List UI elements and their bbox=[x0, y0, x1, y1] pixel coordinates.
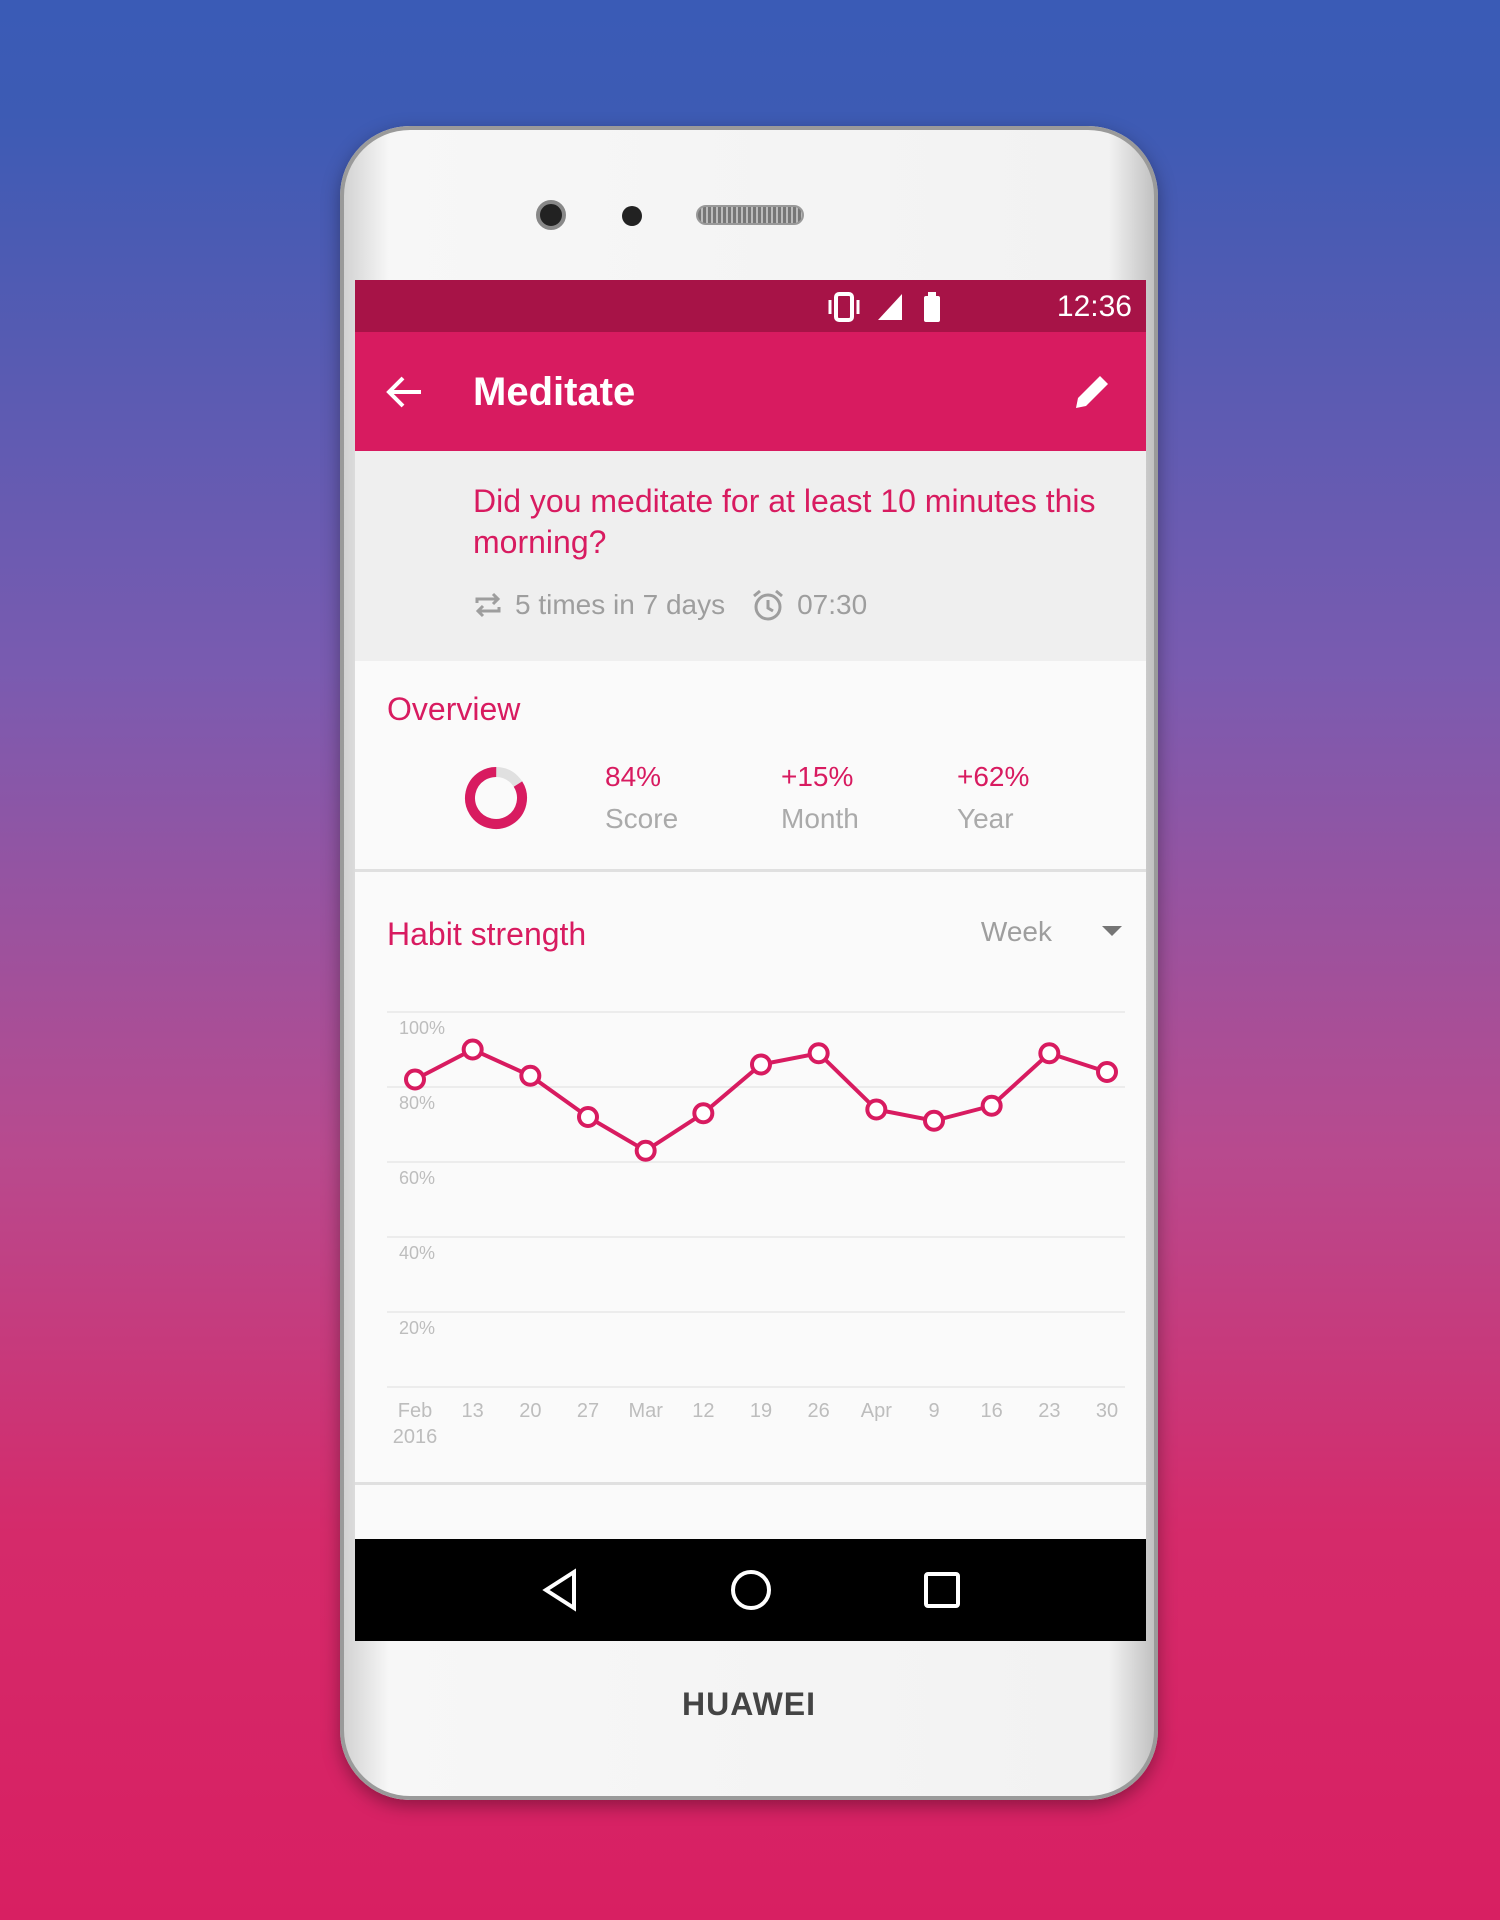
x-tick-label: 27 bbox=[577, 1400, 599, 1422]
data-point bbox=[577, 1106, 599, 1128]
y-tick-label: 100% bbox=[399, 1018, 445, 1038]
x-tick-label: 13 bbox=[462, 1400, 484, 1422]
data-point bbox=[461, 1038, 484, 1061]
x-tick-label: 23 bbox=[1038, 1400, 1060, 1422]
score-ring bbox=[465, 767, 527, 829]
pencil-icon[interactable] bbox=[1072, 370, 1112, 412]
period-selected: Week bbox=[980, 916, 1052, 947]
proximity-sensor bbox=[622, 206, 642, 226]
clock: 12:36 bbox=[1056, 290, 1132, 323]
x-tick-label: Feb bbox=[398, 1400, 432, 1422]
x-tick-label: 12 bbox=[692, 1400, 714, 1422]
data-point bbox=[1038, 1042, 1061, 1065]
data-point bbox=[807, 1042, 830, 1065]
alarm-icon bbox=[753, 589, 784, 621]
data-point bbox=[519, 1064, 542, 1087]
stat-value: +62% bbox=[957, 761, 1030, 792]
navigation-bar bbox=[355, 1539, 1146, 1641]
data-point bbox=[750, 1053, 772, 1076]
stat-value: +15% bbox=[781, 761, 854, 792]
score-ring-fill bbox=[465, 767, 527, 829]
arrow-left-icon[interactable] bbox=[385, 374, 425, 410]
period-dropdown[interactable]: Week bbox=[981, 916, 1122, 948]
data-point bbox=[634, 1139, 657, 1162]
x-tick-label: 9 bbox=[928, 1400, 939, 1422]
home-nav-icon[interactable] bbox=[729, 1568, 773, 1612]
vibrate-icon bbox=[828, 292, 860, 322]
x-tick-label: 30 bbox=[1096, 1400, 1118, 1422]
stat-label: Year bbox=[957, 803, 1014, 834]
x-tick-label: 19 bbox=[750, 1400, 772, 1422]
status-icons bbox=[828, 292, 940, 322]
y-tick-label: 80% bbox=[399, 1093, 435, 1113]
data-point bbox=[865, 1098, 888, 1121]
overview-card: Overview 84% Score +15% Month +62% Year bbox=[355, 661, 1146, 872]
back-nav-icon[interactable] bbox=[540, 1568, 580, 1612]
data-point bbox=[692, 1102, 715, 1125]
stat-label: Month bbox=[781, 803, 859, 834]
data-point bbox=[923, 1109, 945, 1132]
habit-question: Did you meditate for at least 10 minutes… bbox=[473, 483, 1096, 560]
data-point bbox=[404, 1068, 426, 1091]
signal-icon bbox=[878, 294, 902, 320]
stat-year: +62% Year bbox=[957, 761, 1029, 835]
stat-value: 84% bbox=[605, 761, 662, 792]
front-camera bbox=[536, 200, 566, 230]
repeat-icon bbox=[475, 592, 501, 618]
y-tick-label: 60% bbox=[399, 1168, 435, 1188]
habit-reminder: 07:30 bbox=[797, 589, 868, 620]
x-tick-label: Mar bbox=[628, 1400, 663, 1422]
stat-label: Score bbox=[605, 803, 679, 834]
x-tick-label: 26 bbox=[808, 1400, 830, 1422]
x-tick-label: 16 bbox=[981, 1400, 1003, 1422]
habit-header: Did you meditate for at least 10 minutes… bbox=[355, 451, 1146, 661]
stat-score: 84% Score bbox=[605, 761, 678, 835]
overview-title: Overview bbox=[387, 691, 521, 727]
chevron-down-icon bbox=[1102, 926, 1122, 936]
habit-strength-card: Habit strength Week 100% 80% 60% 40% 20% Feb 2… bbox=[355, 872, 1146, 1485]
screen: 12:36 Meditate Did you meditate for at l… bbox=[355, 280, 1146, 1641]
habit-frequency: 5 times in 7 days bbox=[515, 589, 726, 620]
brand-logo: HUAWEI bbox=[682, 1686, 816, 1722]
y-tick-label: 40% bbox=[399, 1243, 435, 1263]
data-point bbox=[1096, 1061, 1118, 1083]
earpiece-speaker bbox=[696, 205, 804, 225]
stat-month: +15% Month bbox=[781, 761, 859, 835]
status-bar: 12:36 bbox=[355, 280, 1146, 332]
recents-nav-icon[interactable] bbox=[922, 1570, 962, 1610]
battery-icon bbox=[924, 292, 940, 322]
page-title: Meditate bbox=[473, 370, 636, 414]
x-tick-label: 2016 bbox=[393, 1426, 438, 1448]
x-tick-label: Apr bbox=[861, 1400, 892, 1422]
data-point bbox=[980, 1094, 1003, 1117]
app-toolbar: Meditate bbox=[355, 332, 1146, 451]
y-tick-label: 20% bbox=[399, 1318, 435, 1338]
x-tick-label: 20 bbox=[519, 1400, 541, 1422]
habit-strength-title: Habit strength bbox=[387, 916, 587, 952]
habit-strength-chart: 100% 80% 60% 40% 20% Feb 2016 13 20 27 Mar 12 19 26 Ap… bbox=[387, 1011, 1125, 1448]
phone-frame: 12:36 Meditate Did you meditate for at l… bbox=[340, 126, 1158, 1800]
